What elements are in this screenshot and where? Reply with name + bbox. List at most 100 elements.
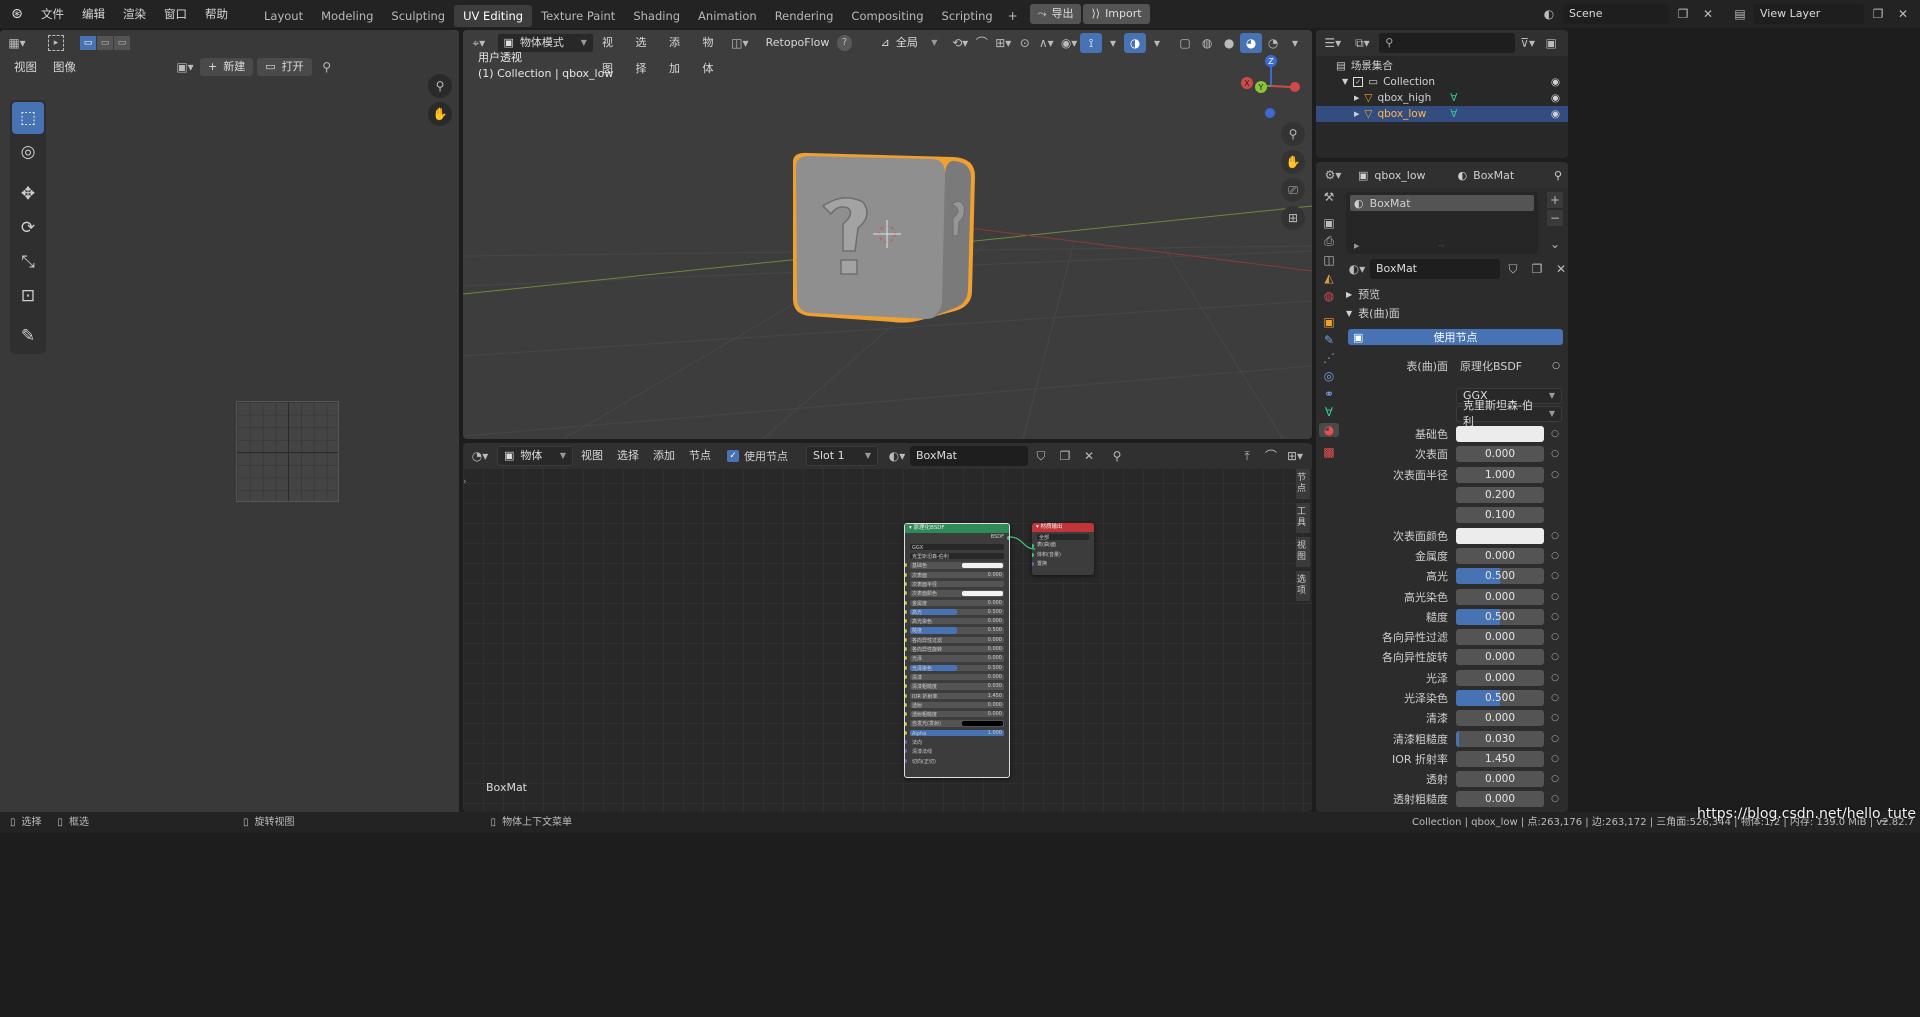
principled-bsdf-node[interactable]: ▾ 原理化BSDF BSDF GGX 克里斯坦森-伯利 基础色 次表面 0.000 次… xyxy=(904,523,1010,778)
move-tool-icon[interactable]: ✥ xyxy=(12,178,44,210)
bsdf-input-row[interactable]: 高光 0.500 xyxy=(905,607,1009,616)
bsdf-input-row[interactable]: 金属度 0.000 xyxy=(905,598,1009,607)
number-field[interactable]: 0.500 xyxy=(1456,568,1544,585)
input-socket[interactable] xyxy=(905,730,907,735)
subsurface-method-dropdown[interactable]: 克里斯坦森-伯利 ▼ xyxy=(1456,399,1562,428)
menu-image[interactable]: 图像 xyxy=(47,56,82,78)
input-socket[interactable] xyxy=(905,740,907,745)
input-socket[interactable] xyxy=(905,647,907,652)
number-field[interactable]: 0.000 xyxy=(1456,710,1544,727)
data-tab-icon[interactable]: ∀ xyxy=(1325,405,1333,419)
keyframe-dot-icon[interactable]: ○ xyxy=(1548,551,1562,561)
tab-layout[interactable]: Layout xyxy=(255,5,312,27)
keyframe-dot-icon[interactable]: ○ xyxy=(1548,652,1562,662)
snap-target-icon[interactable]: ⊞▾ xyxy=(993,33,1013,53)
tool-tab-icon[interactable]: ⚒ xyxy=(1324,190,1335,204)
pan-hand-icon[interactable]: ✋ xyxy=(428,102,452,126)
menu-edit[interactable]: 编辑 xyxy=(73,0,114,28)
surface-shader-field[interactable]: 原理化BSDF ○ xyxy=(1456,358,1560,374)
blender-logo-icon[interactable]: ⊛ xyxy=(6,4,28,24)
material-slot-row[interactable]: ◐ BoxMat xyxy=(1350,195,1534,211)
menu-help[interactable]: 帮助 xyxy=(196,0,237,28)
menu-add[interactable]: 添加 xyxy=(647,443,681,469)
input-socket[interactable] xyxy=(905,712,907,717)
render-tab-icon[interactable]: ▣ xyxy=(1323,216,1334,230)
orientation-dropdown[interactable]: ⊿ 全局 ▼ xyxy=(873,33,945,53)
scale-tool-icon[interactable]: ⤡ xyxy=(12,246,44,278)
bsdf-input-row[interactable]: 透射粗糙度 0.000 xyxy=(905,710,1009,719)
constraints-tab-icon[interactable]: ⚭ xyxy=(1324,387,1334,401)
distribution-dropdown[interactable]: GGX xyxy=(905,542,1009,551)
input-socket[interactable] xyxy=(905,591,907,596)
number-field[interactable]: 0.500 xyxy=(1456,690,1544,706)
question-block-object[interactable] xyxy=(793,152,975,323)
zoom-icon[interactable]: ⚲ xyxy=(428,74,452,98)
keyframe-dot-icon[interactable]: ○ xyxy=(1548,713,1562,723)
bsdf-input-row[interactable]: IOR 折射率 1.450 xyxy=(905,691,1009,700)
input-socket[interactable] xyxy=(905,758,907,763)
tab-sculpting[interactable]: Sculpting xyxy=(382,5,454,27)
pan-hand-icon[interactable]: ✋ xyxy=(1281,150,1305,174)
input-socket[interactable] xyxy=(905,637,907,642)
input-socket[interactable] xyxy=(905,665,907,670)
3d-viewport[interactable]: ⌖▾ ▣ 物体模式 ▼ 视图 选择 添加 物体 ◫▾ RetopoFlow ? … xyxy=(463,30,1312,439)
select-mode-icon[interactable]: ▸ xyxy=(48,35,64,51)
cursor-tool-icon[interactable]: ◎ xyxy=(12,136,44,168)
subsurface-method-dropdown[interactable]: 克里斯坦森-伯利 xyxy=(905,552,1009,561)
number-field[interactable]: 0.000 xyxy=(1456,649,1544,666)
bsdf-input-row[interactable]: 法向 xyxy=(905,738,1009,747)
tab-modeling[interactable]: Modeling xyxy=(312,5,382,27)
bsdf-input-row[interactable]: 清漆法线 xyxy=(905,747,1009,756)
annotate-tool-icon[interactable]: ✎ xyxy=(12,320,44,352)
input-socket[interactable] xyxy=(905,749,907,754)
menu-view[interactable]: 视图 xyxy=(8,56,43,78)
delete-scene-icon[interactable]: ✕ xyxy=(1697,4,1719,24)
number-field[interactable]: 0.000 xyxy=(1456,588,1544,605)
camera-view-icon[interactable]: ⎚ xyxy=(1281,178,1305,202)
number-field[interactable]: 1.000 xyxy=(1456,466,1544,483)
expand-icon[interactable]: ▶ xyxy=(1354,106,1359,122)
new-scene-icon[interactable]: ❐ xyxy=(1672,4,1694,24)
tab-compositing[interactable]: Compositing xyxy=(842,5,932,27)
tab-options[interactable]: 选项 xyxy=(1296,571,1310,601)
expand-icon[interactable]: ▶ xyxy=(1354,242,1359,250)
tab-uv-editing[interactable]: UV Editing xyxy=(454,4,533,27)
keyframe-dot-icon[interactable]: ○ xyxy=(1548,632,1562,642)
input-socket[interactable] xyxy=(905,693,907,698)
perspective-toggle-icon[interactable]: ⊞ xyxy=(1281,206,1305,230)
keyframe-dot-icon[interactable]: ○ xyxy=(1548,429,1562,439)
color-field[interactable] xyxy=(1456,426,1544,443)
overlay-icon[interactable]: ◑ xyxy=(1124,33,1147,53)
slot-specials-icon[interactable]: ⌄ xyxy=(1547,236,1563,252)
input-socket[interactable] xyxy=(905,702,907,707)
input-socket[interactable] xyxy=(905,600,907,605)
object-extras-icon[interactable]: ◫▾ xyxy=(730,33,750,53)
overlay-menu-icon[interactable]: ▾ xyxy=(1146,33,1168,53)
display-mode-icon[interactable]: ⧉▾ xyxy=(1352,33,1374,53)
number-field[interactable]: 0.100 xyxy=(1456,507,1544,524)
checkbox-checked-icon[interactable]: ✓ xyxy=(1353,77,1364,87)
navigation-gizmo[interactable]: Z Y X xyxy=(1233,50,1303,120)
shader-node-editor[interactable]: ◔▾ ▣ 物体 ▼ 视图 选择 添加 节点 ✓ 使用节点 Slot 1 ▼ ◐▾… xyxy=(463,443,1312,812)
outliner-search-input[interactable]: ⚲ xyxy=(1379,33,1515,53)
input-socket[interactable] xyxy=(905,619,907,624)
pin-icon[interactable]: ⚲ xyxy=(316,57,338,77)
view-layer-icon[interactable]: ▤ xyxy=(1729,4,1751,24)
menu-add[interactable]: 添加 xyxy=(663,30,695,75)
modifier-tab-icon[interactable]: ✎ xyxy=(1324,333,1334,347)
bsdf-input-row[interactable]: 自发光(发射) xyxy=(905,719,1009,728)
duplicate-material-icon[interactable]: ❐ xyxy=(1054,446,1076,466)
add-workspace-icon[interactable]: + xyxy=(1002,6,1024,26)
editor-type-icon[interactable]: ☰▾ xyxy=(1322,33,1344,53)
keyframe-dot-icon[interactable]: ○ xyxy=(1548,774,1562,784)
add-slot-icon[interactable]: + xyxy=(1547,192,1563,208)
filter-icon[interactable]: ⊽▾ xyxy=(1517,33,1539,53)
eye-icon[interactable]: ◉ xyxy=(1551,90,1560,106)
gizmo-neg-x[interactable] xyxy=(1290,82,1300,92)
bsdf-input-row[interactable]: 各向异性旋转 0.000 xyxy=(905,645,1009,654)
bsdf-input-row[interactable]: 糙度 0.500 xyxy=(905,626,1009,635)
number-field[interactable]: 0.000 xyxy=(1456,547,1544,564)
checkbox-checked-icon[interactable]: ✓ xyxy=(727,450,739,462)
input-socket[interactable] xyxy=(905,675,907,680)
zoom-icon[interactable]: ⚲ xyxy=(1281,122,1305,146)
